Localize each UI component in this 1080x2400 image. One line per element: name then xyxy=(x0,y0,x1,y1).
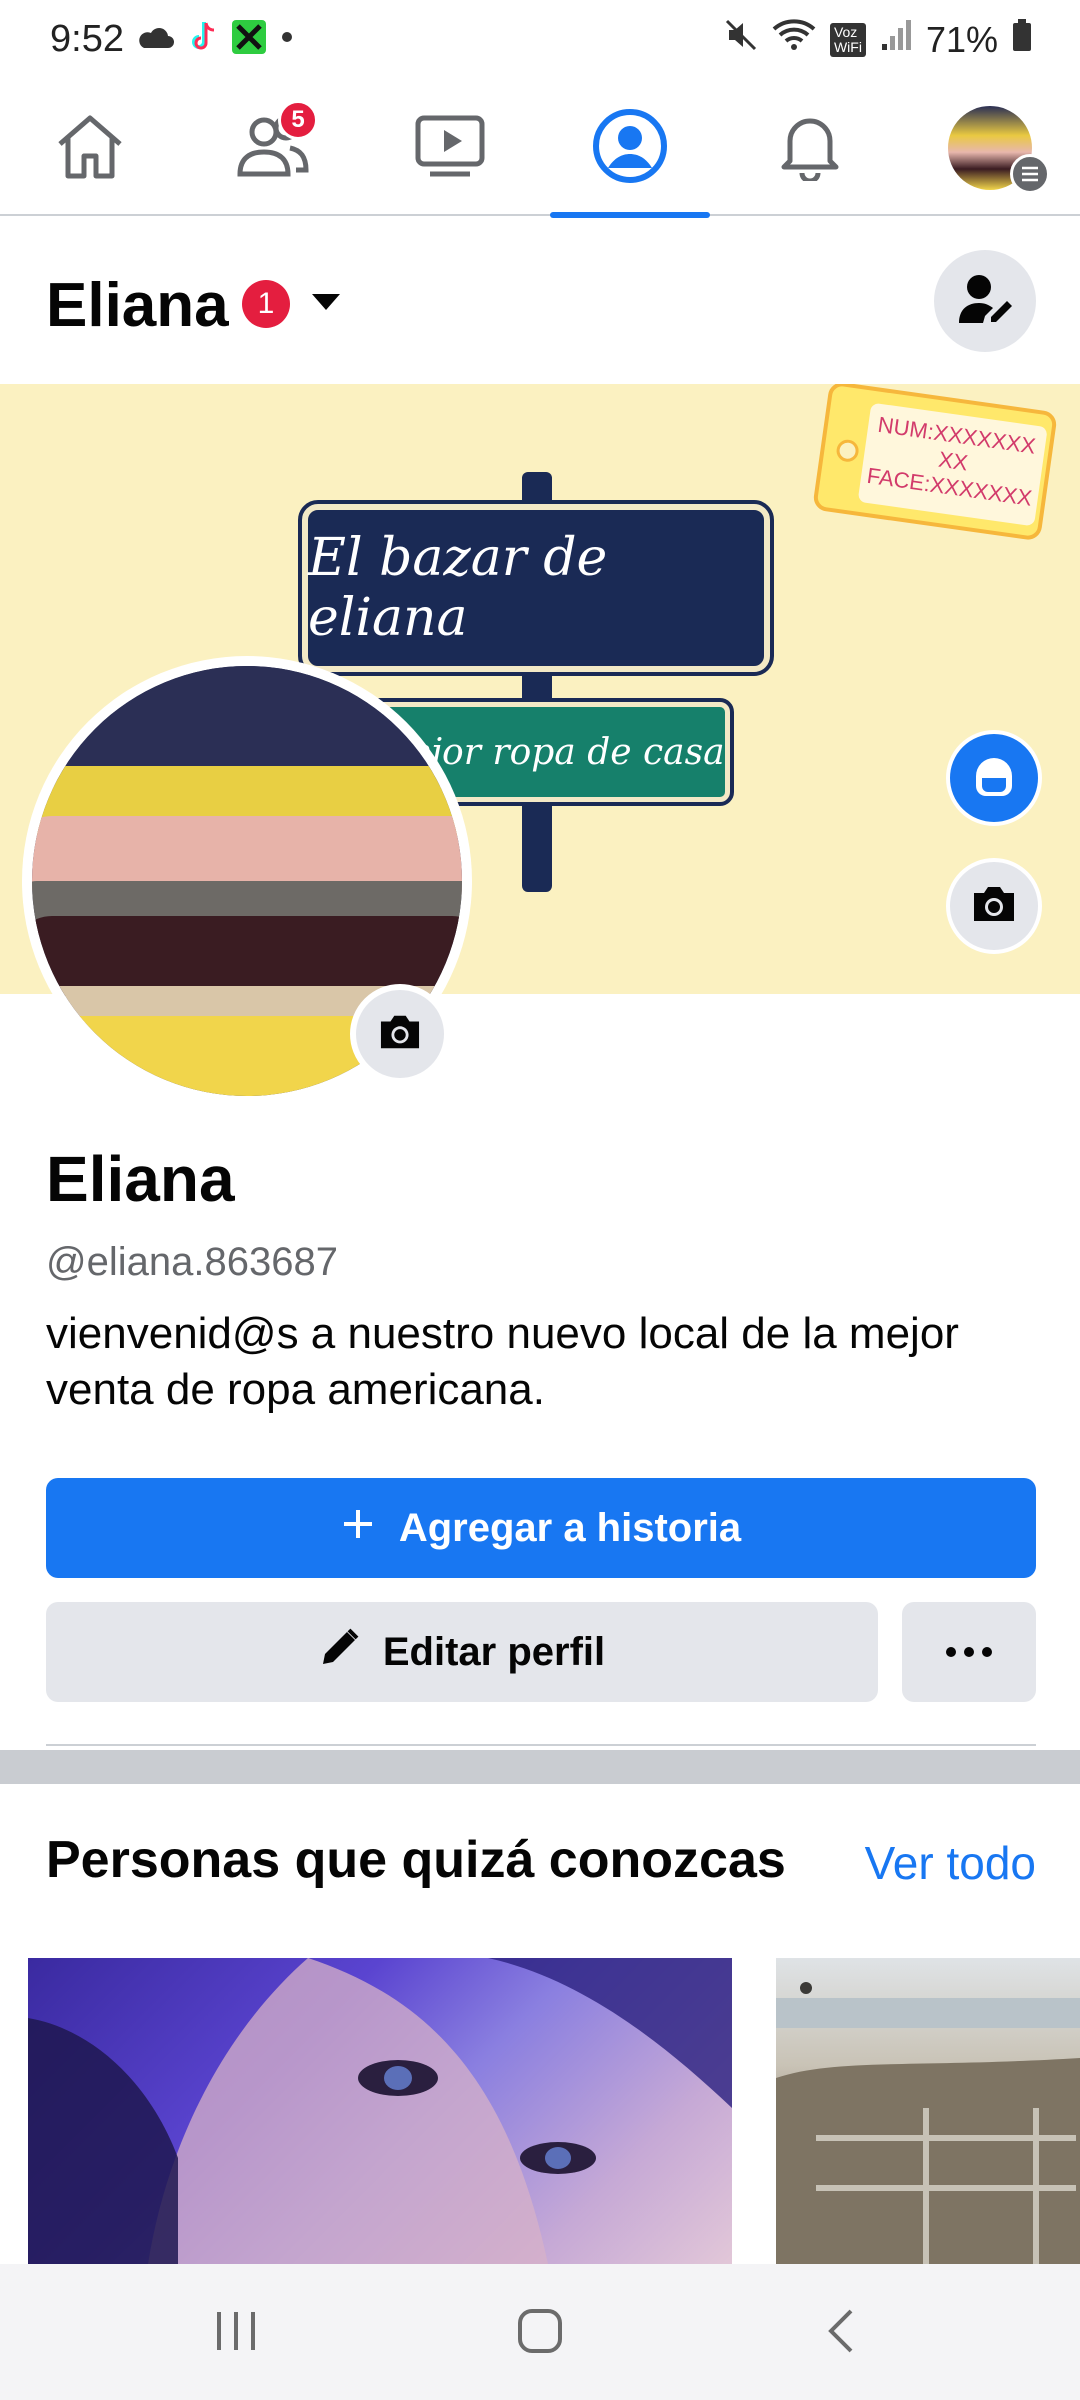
back-button[interactable] xyxy=(800,2298,880,2368)
user-edit-icon xyxy=(957,273,1013,330)
tag-text: NUM:XXXXXXX XX FACE:XXXXXXX xyxy=(857,402,1048,527)
dot-icon xyxy=(280,30,294,49)
profile-switch-badge: 1 xyxy=(242,280,290,328)
profile-name: Eliana xyxy=(46,1143,235,1215)
see-all-link[interactable]: Ver todo xyxy=(865,1836,1036,1890)
more-dot-icon xyxy=(946,1647,956,1657)
divider xyxy=(46,1744,1036,1746)
plus-icon xyxy=(341,1506,375,1551)
wifi-icon xyxy=(772,18,816,61)
recents-icon xyxy=(213,2310,259,2357)
tab-notifications[interactable] xyxy=(730,80,890,216)
cover-tag: NUM:XXXXXXX XX FACE:XXXXXXX xyxy=(812,384,1058,542)
tab-friends[interactable]: 5 xyxy=(190,80,350,216)
add-to-story-label: Agregar a historia xyxy=(398,1505,742,1550)
home-square-icon xyxy=(517,2308,563,2359)
cloud-icon xyxy=(136,24,174,55)
more-options-button[interactable] xyxy=(902,1602,1036,1702)
friends-badge: 5 xyxy=(278,100,318,140)
profile-header: Eliana 1 xyxy=(0,218,1080,384)
tag-hole xyxy=(835,438,861,464)
add-to-story-button[interactable]: Agregar a historia xyxy=(46,1478,1036,1578)
pymk-card[interactable] xyxy=(776,1958,1080,2264)
profile-handle: @eliana.863687 xyxy=(46,1240,338,1284)
volte-icon: Voz WiFi xyxy=(829,22,866,57)
profile-bio: vienvenid@s a nuestro nuevo local de la … xyxy=(46,1309,959,1414)
status-time: 9:52 xyxy=(50,18,124,60)
profile-icon xyxy=(592,108,668,189)
signal-icon xyxy=(880,18,912,61)
system-nav-bar xyxy=(0,2264,1080,2400)
tab-watch[interactable] xyxy=(370,80,530,216)
camera-icon xyxy=(970,883,1018,930)
mute-icon xyxy=(724,18,758,61)
menu-hamburger-icon xyxy=(1010,154,1050,194)
pymk-photo xyxy=(776,1982,1080,2264)
battery-percent: 71% xyxy=(925,18,998,60)
recent-apps-button[interactable] xyxy=(196,2298,276,2368)
pymk-title: Personas que quizá conozcas xyxy=(46,1831,786,1889)
status-bar: 9:52 Voz WiFi 71% xyxy=(0,0,1080,80)
page-title[interactable]: Eliana xyxy=(46,270,229,341)
pencil-icon xyxy=(319,1626,361,1678)
edit-profile-label: Editar perfil xyxy=(382,1629,606,1674)
avatar-face-icon xyxy=(968,750,1020,807)
home-button[interactable] xyxy=(500,2298,580,2368)
tab-home[interactable] xyxy=(10,80,170,216)
chevron-down-icon[interactable] xyxy=(312,294,340,310)
section-separator xyxy=(0,1750,1080,1784)
pymk-card[interactable] xyxy=(28,1958,732,2264)
more-dot-icon xyxy=(964,1647,974,1657)
tab-profile[interactable] xyxy=(550,80,710,218)
edit-profile-picture-button[interactable] xyxy=(350,984,450,1084)
avatar-creator-button[interactable] xyxy=(946,730,1042,826)
watch-icon xyxy=(414,114,486,183)
camera-icon xyxy=(377,1012,423,1057)
home-icon xyxy=(54,112,126,185)
switch-profile-button[interactable] xyxy=(934,250,1036,352)
tiktok-icon xyxy=(188,20,218,59)
cover-sign-top: El bazar de eliana xyxy=(298,500,774,676)
edit-cover-button[interactable] xyxy=(946,858,1042,954)
more-dot-icon xyxy=(982,1647,992,1657)
status-left-icons xyxy=(136,20,294,59)
tab-menu[interactable] xyxy=(910,80,1070,216)
top-nav: 5 xyxy=(0,80,1080,218)
cover-sign-top-text: El bazar de eliana xyxy=(308,528,608,648)
edit-profile-button[interactable]: Editar perfil xyxy=(46,1602,878,1702)
pymk-photo xyxy=(28,1958,732,2264)
battery-icon xyxy=(1012,18,1032,61)
bell-icon xyxy=(778,111,842,186)
status-right: Voz WiFi 71% xyxy=(724,18,1032,61)
app-x-icon xyxy=(232,20,266,59)
back-chevron-icon xyxy=(825,2307,855,2360)
